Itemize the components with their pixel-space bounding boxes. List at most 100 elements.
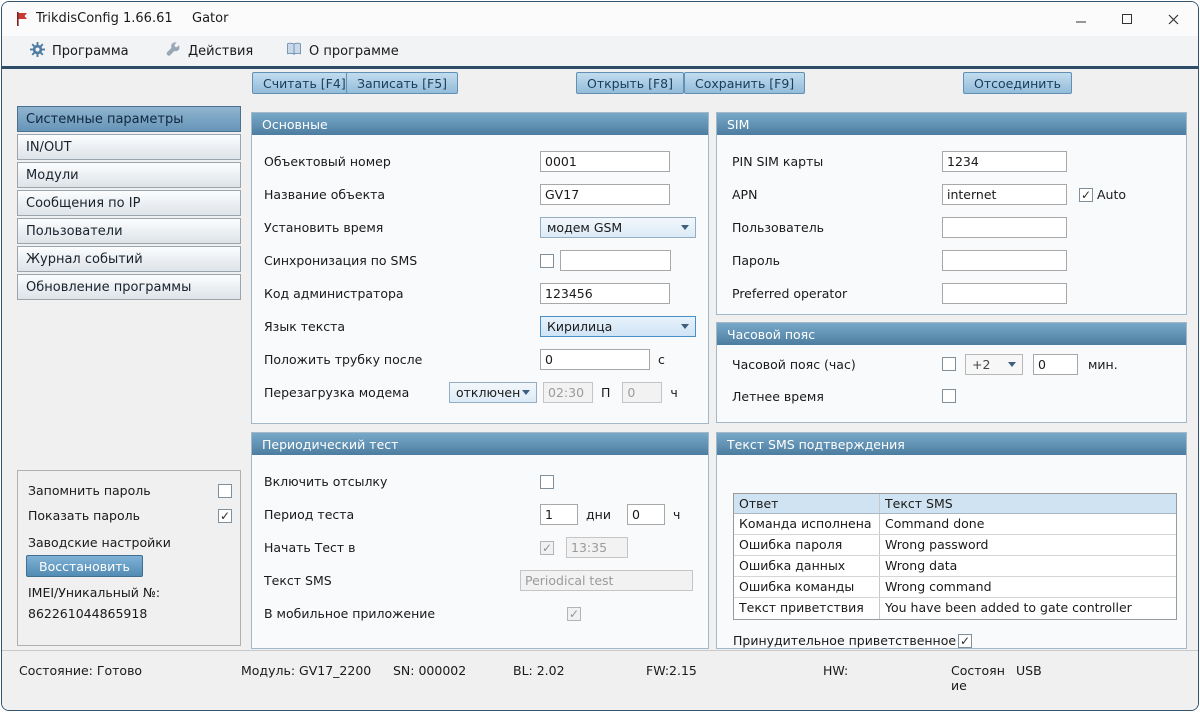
row-text[interactable]: Wrong data — [880, 556, 1176, 576]
sidebar-item-in-out[interactable]: IN/OUT — [17, 134, 241, 160]
text-language-dropdown[interactable]: Кирилица — [540, 316, 696, 337]
sms-sync-label: Синхронизация по SMS — [264, 253, 540, 268]
forced-greeting-checkbox[interactable] — [958, 634, 972, 648]
chevron-down-icon — [1008, 362, 1016, 367]
hang-up-unit: с — [658, 352, 665, 367]
remember-password-checkbox[interactable] — [218, 484, 232, 498]
menubar: Программа Действия О программе — [2, 36, 1198, 69]
table-row[interactable]: Ошибка команды Wrong command — [734, 577, 1176, 598]
sidebar-item-users[interactable]: Пользователи — [17, 218, 241, 244]
status-usb-label: Состояние — [951, 663, 1009, 693]
table-row[interactable]: Ошибка данных Wrong data — [734, 556, 1176, 577]
test-enable-checkbox[interactable] — [540, 475, 554, 489]
group-timezone-header: Часовой пояс — [717, 323, 1186, 345]
modem-restart-time-input[interactable] — [543, 382, 593, 403]
row-text[interactable]: Wrong password — [880, 535, 1176, 555]
modem-restart-dropdown[interactable]: отключен — [449, 382, 537, 403]
row-answer: Ошибка данных — [734, 556, 880, 576]
admin-code-label: Код администратора — [264, 286, 540, 301]
row-text[interactable]: Wrong command — [880, 577, 1176, 597]
sms-sync-input[interactable] — [560, 250, 671, 271]
menu-program-label: Программа — [52, 44, 129, 59]
sidebar-item-system-params[interactable]: Системные параметры — [17, 106, 241, 132]
table-row[interactable]: Команда исполнена Command done — [734, 514, 1176, 535]
timezone-minutes-input[interactable] — [1033, 354, 1078, 375]
sim-pin-input[interactable] — [942, 151, 1067, 172]
chevron-down-icon — [522, 390, 530, 395]
menu-actions[interactable]: Действия — [160, 36, 259, 66]
test-sms-text-input[interactable] — [520, 570, 693, 591]
table-row[interactable]: Ошибка пароля Wrong password — [734, 535, 1176, 556]
open-button[interactable]: Открыть [F8] — [576, 72, 684, 94]
sidebar-item-firmware-update[interactable]: Обновление программы — [17, 274, 241, 300]
apn-input[interactable] — [942, 184, 1067, 205]
status-bl: BL: 2.02 — [513, 663, 565, 678]
statusbar: Состояние: Готово Модуль: GV17_2200 SN: … — [2, 650, 1198, 710]
status-state: Состояние: Готово — [19, 663, 142, 678]
menu-about[interactable]: О программе — [280, 36, 405, 66]
menu-program[interactable]: Программа — [24, 36, 135, 66]
sim-password-label: Пароль — [732, 253, 942, 268]
close-button[interactable] — [1162, 8, 1184, 30]
object-number-label: Объектовый номер — [264, 154, 540, 169]
apn-auto-checkbox[interactable] — [1079, 188, 1093, 202]
read-button[interactable]: Считать [F4] — [252, 72, 357, 94]
hang-up-label: Положить трубку после — [264, 352, 540, 367]
text-language-value: Кирилица — [547, 319, 612, 334]
restore-button[interactable]: Восстановить — [26, 555, 143, 577]
group-sim-header: SIM — [717, 113, 1186, 135]
timezone-label: Часовой пояс (час) — [732, 357, 942, 372]
status-module: Модуль: GV17_2200 — [241, 663, 371, 678]
timezone-offset-value: +2 — [972, 357, 990, 372]
object-name-label: Название объекта — [264, 187, 540, 202]
chevron-down-icon — [681, 324, 689, 329]
table-row[interactable]: Текст приветствия You have been added to… — [734, 598, 1176, 619]
row-answer: Ошибка команды — [734, 577, 880, 597]
modem-restart-p-label: П — [601, 385, 610, 400]
save-button[interactable]: Сохранить [F9] — [684, 72, 805, 94]
document-name: Gator — [192, 2, 228, 36]
test-start-time-input[interactable] — [566, 537, 628, 558]
modem-restart-label: Перезагрузка модема — [264, 385, 449, 400]
sidebar-item-event-log[interactable]: Журнал событий — [17, 246, 241, 272]
row-text[interactable]: You have been added to gate controller — [880, 598, 1176, 619]
group-sim: SIM PIN SIM карты APN Auto Пользователь … — [716, 112, 1187, 315]
timezone-checkbox[interactable] — [942, 357, 956, 371]
modem-restart-unit: ч — [670, 385, 677, 400]
factory-settings-label: Заводские настройки — [28, 535, 171, 550]
dst-checkbox[interactable] — [942, 389, 956, 403]
object-name-input[interactable] — [540, 184, 670, 205]
chevron-down-icon — [681, 225, 689, 230]
show-password-label: Показать пароль — [28, 508, 140, 523]
sim-user-label: Пользователь — [732, 220, 942, 235]
sim-password-input[interactable] — [942, 250, 1067, 271]
maximize-button[interactable] — [1116, 8, 1138, 30]
test-period-hours-input[interactable] — [627, 504, 665, 525]
hang-up-input[interactable] — [540, 349, 650, 370]
to-mobile-app-checkbox[interactable] — [567, 607, 581, 621]
sidebar-item-ip-messages[interactable]: Сообщения по IP — [17, 190, 241, 216]
apn-auto-label: Auto — [1097, 187, 1126, 202]
minimize-button[interactable] — [1070, 8, 1092, 30]
group-basic: Основные Объектовый номер Название объек… — [251, 112, 709, 424]
write-button[interactable]: Записать [F5] — [346, 72, 458, 94]
object-number-input[interactable] — [540, 151, 670, 172]
set-time-dropdown[interactable]: модем GSM — [540, 217, 696, 238]
timezone-offset-dropdown[interactable]: +2 — [965, 354, 1023, 375]
sim-user-input[interactable] — [942, 217, 1067, 238]
test-sms-text-label: Текст SMS — [264, 573, 520, 588]
preferred-operator-input[interactable] — [942, 283, 1067, 304]
row-text[interactable]: Command done — [880, 514, 1176, 534]
modem-restart-hours-input[interactable] — [622, 382, 662, 403]
admin-code-input[interactable] — [540, 283, 670, 304]
test-start-checkbox[interactable] — [540, 541, 554, 555]
sidebar-item-modules[interactable]: Модули — [17, 162, 241, 188]
disconnect-button[interactable]: Отсоединить — [963, 72, 1072, 94]
group-sms-confirm-header: Текст SMS подтверждения — [717, 433, 1186, 455]
imei-label: IMEI/Уникальный №: — [28, 585, 160, 600]
test-period-days-input[interactable] — [540, 504, 578, 525]
group-basic-header: Основные — [252, 113, 708, 135]
show-password-checkbox[interactable] — [218, 509, 232, 523]
status-fw: FW:2.15 — [646, 663, 697, 678]
sms-sync-checkbox[interactable] — [540, 254, 554, 268]
